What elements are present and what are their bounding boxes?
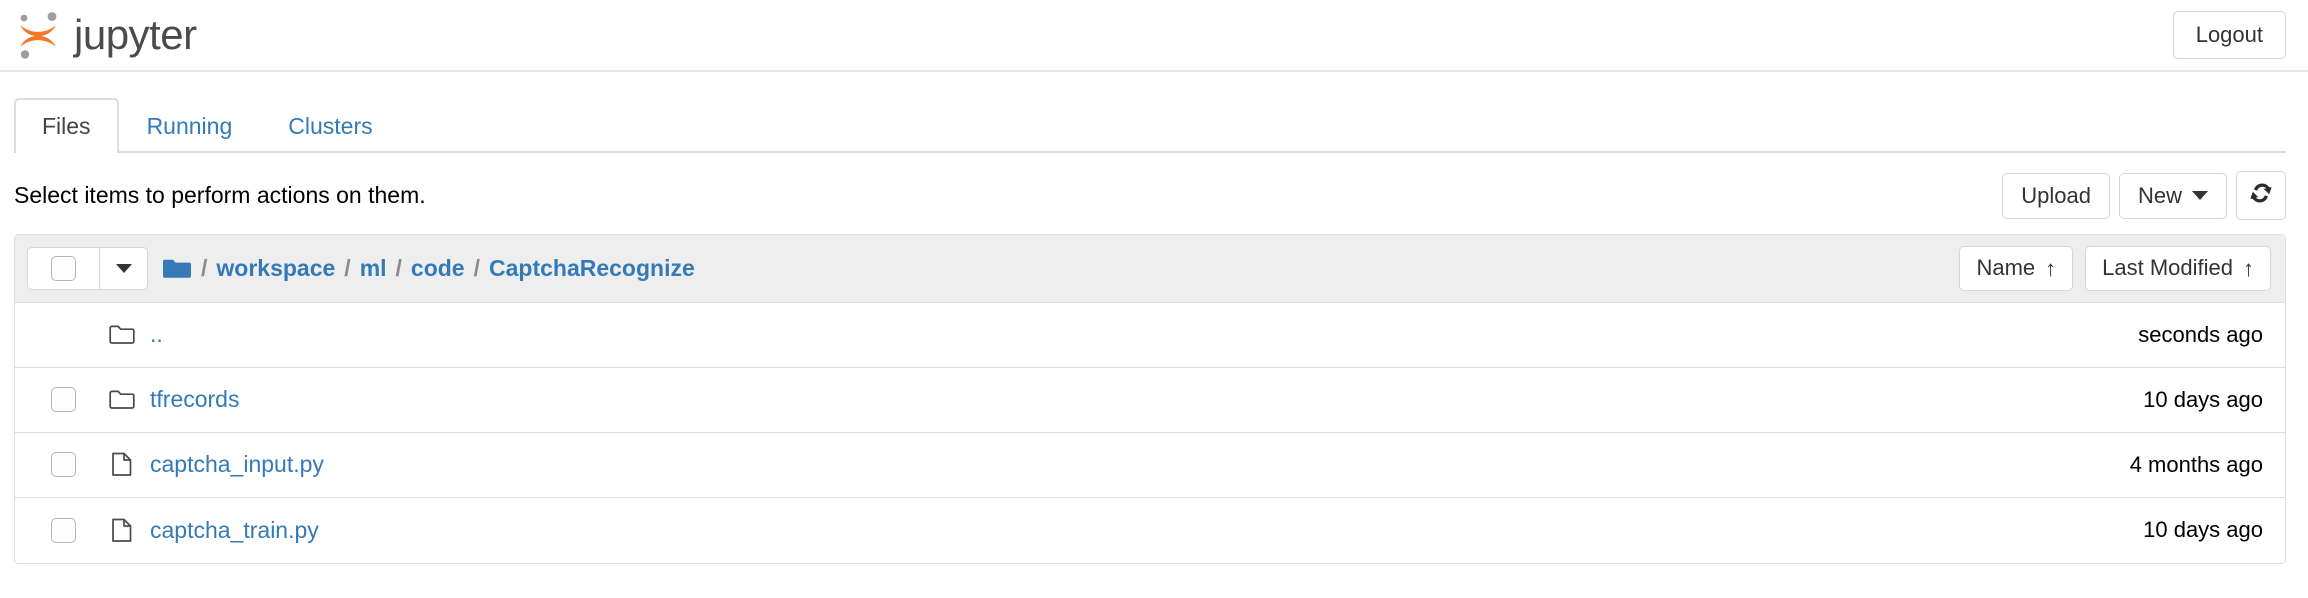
sort-by-name-button[interactable]: Name ↑ <box>1959 246 2074 291</box>
row-content: tfrecords <box>27 386 239 413</box>
row-content: .. <box>27 321 163 348</box>
sort-controls: Name ↑ Last Modified ↑ <box>1959 246 2271 291</box>
breadcrumb-item-workspace[interactable]: workspace <box>216 255 335 282</box>
file-link[interactable]: captcha_train.py <box>150 517 319 544</box>
file-link[interactable]: .. <box>150 321 163 348</box>
row-checkbox[interactable] <box>51 517 76 543</box>
tab-list: Files Running Clusters <box>14 98 2286 154</box>
tab-files[interactable]: Files <box>14 98 119 154</box>
table-row[interactable]: tfrecords 10 days ago <box>15 367 2285 433</box>
table-row[interactable]: captcha_train.py 10 days ago <box>15 497 2285 563</box>
sort-by-modified-button[interactable]: Last Modified ↑ <box>2085 246 2271 291</box>
row-content: captcha_train.py <box>27 517 319 544</box>
row-content: captcha_input.py <box>27 451 324 478</box>
file-modified: 10 days ago <box>2143 517 2263 543</box>
file-list: / workspace / ml / code / CaptchaRecogni… <box>14 234 2286 564</box>
breadcrumb-area: / workspace / ml / code / CaptchaRecogni… <box>27 247 695 291</box>
breadcrumb: / workspace / ml / code / CaptchaRecogni… <box>162 255 695 282</box>
file-link[interactable]: captcha_input.py <box>150 451 324 478</box>
caret-down-icon <box>115 264 132 274</box>
row-checkbox-slot <box>27 452 100 478</box>
new-dropdown-button[interactable]: New <box>2118 172 2227 219</box>
toolbar-buttons: Upload New <box>2002 171 2286 221</box>
breadcrumb-item-captcharecognize[interactable]: CaptchaRecognize <box>489 255 695 282</box>
breadcrumb-separator: / <box>395 255 402 282</box>
select-all-group <box>27 247 148 291</box>
upload-button[interactable]: Upload <box>2002 172 2110 219</box>
select-all-checkbox[interactable] <box>27 247 100 291</box>
row-checkbox-slot <box>27 517 100 543</box>
select-all-dropdown[interactable] <box>100 247 148 291</box>
file-icon <box>100 518 144 543</box>
breadcrumb-item-code[interactable]: code <box>411 255 465 282</box>
file-modified: seconds ago <box>2138 321 2263 347</box>
action-row: Select items to perform actions on them.… <box>0 153 2308 234</box>
row-checkbox-slot <box>27 387 100 413</box>
file-modified: 10 days ago <box>2143 386 2263 412</box>
refresh-icon <box>2249 181 2273 210</box>
tab-running[interactable]: Running <box>119 98 261 153</box>
brand: jupyter <box>14 9 197 61</box>
page-header: jupyter Logout <box>0 0 2308 72</box>
file-list-header: / workspace / ml / code / CaptchaRecogni… <box>15 235 2285 303</box>
folder-icon <box>100 324 144 346</box>
breadcrumb-separator: / <box>201 255 208 282</box>
sort-modified-label: Last Modified <box>2102 255 2233 281</box>
selection-instruction: Select items to perform actions on them. <box>14 182 426 209</box>
file-link[interactable]: tfrecords <box>150 386 239 413</box>
arrow-up-icon: ↑ <box>2045 255 2057 281</box>
folder-icon <box>100 389 144 411</box>
logout-button[interactable]: Logout <box>2172 10 2286 60</box>
table-row[interactable]: captcha_input.py 4 months ago <box>15 432 2285 498</box>
breadcrumb-separator: / <box>473 255 480 282</box>
refresh-button[interactable] <box>2236 171 2286 221</box>
file-icon <box>100 452 144 477</box>
breadcrumb-item-ml[interactable]: ml <box>360 255 387 282</box>
folder-icon[interactable] <box>162 257 192 281</box>
checkbox-unchecked-icon <box>51 256 76 282</box>
jupyter-logo-icon <box>14 9 62 61</box>
brand-name: jupyter <box>74 11 197 58</box>
arrow-up-icon: ↑ <box>2243 255 2254 281</box>
sort-name-label: Name <box>1976 255 2036 281</box>
caret-down-icon <box>2192 191 2208 201</box>
tab-clusters[interactable]: Clusters <box>260 98 400 153</box>
file-list-container: / workspace / ml / code / CaptchaRecogni… <box>0 234 2308 564</box>
breadcrumb-separator: / <box>344 255 351 282</box>
tabs-container: Files Running Clusters <box>0 72 2308 154</box>
row-checkbox[interactable] <box>51 452 76 478</box>
file-modified: 4 months ago <box>2129 451 2263 477</box>
table-row[interactable]: .. seconds ago <box>15 302 2285 368</box>
row-checkbox[interactable] <box>51 387 76 413</box>
new-button-label: New <box>2137 182 2182 208</box>
